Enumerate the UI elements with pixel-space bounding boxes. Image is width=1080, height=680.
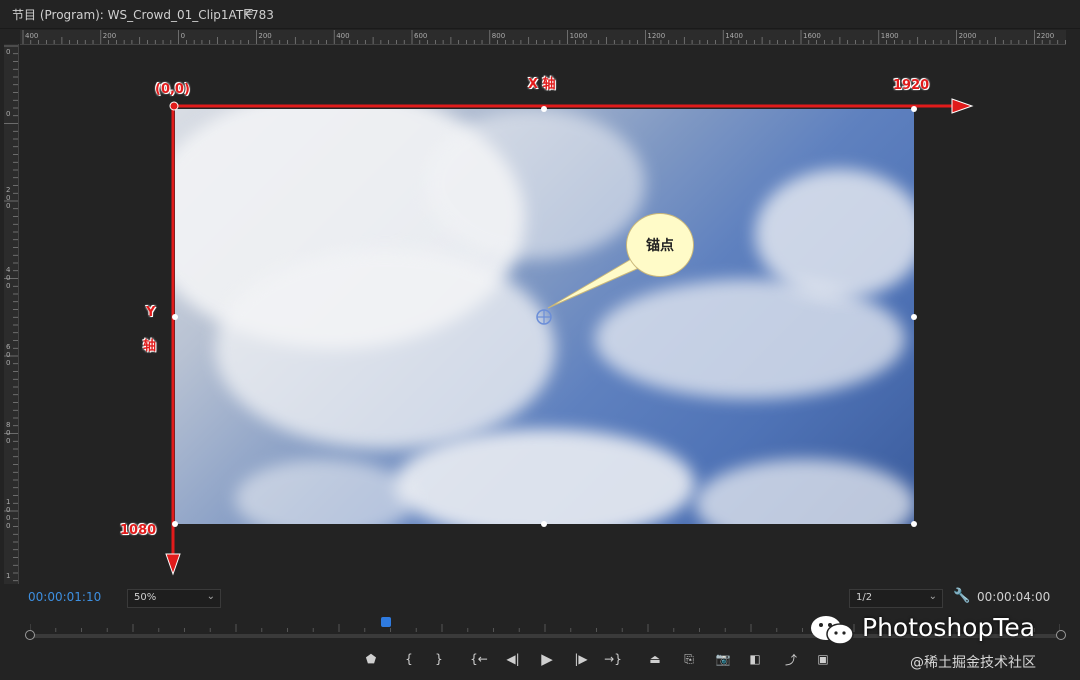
camera-icon: 📷 <box>715 652 731 666</box>
play-icon: ▶ <box>541 650 553 668</box>
handle-bottom-left <box>172 521 178 527</box>
handle-right-mid <box>911 314 917 320</box>
duration-timecode: 00:00:04:00 <box>977 590 1051 604</box>
zoom-value: 50% <box>134 592 157 603</box>
current-timecode[interactable]: 00:00:01:10 <box>28 590 101 604</box>
mark-in-icon: { <box>405 652 413 666</box>
go-to-out-icon: →} <box>604 652 622 666</box>
origin-label: (0,0) <box>155 82 190 97</box>
go-to-out-button[interactable]: →} <box>602 650 624 668</box>
step-back-button[interactable]: ◀| <box>502 650 524 668</box>
step-forward-icon: |▶ <box>574 652 588 666</box>
mark-out-button[interactable]: } <box>428 650 450 668</box>
handle-left-mid <box>172 314 178 320</box>
y-max-label: 1080 <box>120 523 157 538</box>
insert-button[interactable]: ⤴ <box>780 650 802 668</box>
resolution-value: 1/2 <box>856 592 873 603</box>
playhead[interactable] <box>381 617 391 627</box>
handle-top-mid <box>541 106 547 112</box>
insert-icon: ⤴ <box>784 652 797 667</box>
handle-top-right <box>911 106 917 112</box>
wrench-icon[interactable]: 🔧 <box>953 588 970 604</box>
y-axis-label-2: 轴 <box>143 339 157 354</box>
go-to-in-button[interactable]: {← <box>468 650 490 668</box>
handle-bottom-right <box>911 521 917 527</box>
watermark-site: @稀土掘金技术社区 <box>910 655 1036 671</box>
anchor-callout-text: 锚点 <box>646 238 674 254</box>
lift-icon: ⏏ <box>649 652 661 666</box>
compare-icon: ◧ <box>749 652 761 666</box>
lift-button[interactable]: ⏏ <box>644 650 666 668</box>
x-axis-arrowhead <box>951 98 974 114</box>
scrub-end-handle[interactable] <box>1056 630 1066 640</box>
y-axis-label: Y <box>146 305 156 320</box>
handle-bottom-mid <box>541 521 547 527</box>
export-frame-button[interactable]: 📷 <box>712 650 734 668</box>
add-marker-button[interactable]: ⬟ <box>360 650 382 668</box>
origin-dot <box>169 101 179 111</box>
mark-in-button[interactable]: { <box>398 650 420 668</box>
annotation-layer <box>165 98 974 576</box>
extract-icon: ⎘ <box>684 651 694 666</box>
anchor-callout: 锚点 <box>626 213 694 277</box>
scrub-start-handle[interactable] <box>25 630 35 640</box>
play-button[interactable]: ▶ <box>536 650 558 668</box>
resolution-select[interactable]: 1/2 ⌄ <box>849 589 943 608</box>
step-forward-button[interactable]: |▶ <box>570 650 592 668</box>
mark-out-icon: } <box>435 652 443 666</box>
go-to-in-icon: {← <box>470 652 488 666</box>
safe-margins-icon: ▣ <box>817 652 829 666</box>
settings-button[interactable]: ▣ <box>812 650 834 668</box>
extract-button[interactable]: ⎘ <box>678 650 700 668</box>
watermark-brand: PhotoshopTea <box>862 613 1036 642</box>
wechat-icon <box>811 616 854 645</box>
x-axis-label: X 轴 <box>528 77 556 92</box>
zoom-select[interactable]: 50% ⌄ <box>127 589 221 608</box>
marker-icon: ⬟ <box>365 652 377 666</box>
y-axis-arrowhead <box>165 553 181 576</box>
chevron-down-icon: ⌄ <box>928 591 937 602</box>
compare-view-button[interactable]: ◧ <box>744 650 766 668</box>
step-back-icon: ◀| <box>506 652 520 666</box>
chevron-down-icon: ⌄ <box>206 591 215 602</box>
x-max-label: 1920 <box>893 78 930 93</box>
